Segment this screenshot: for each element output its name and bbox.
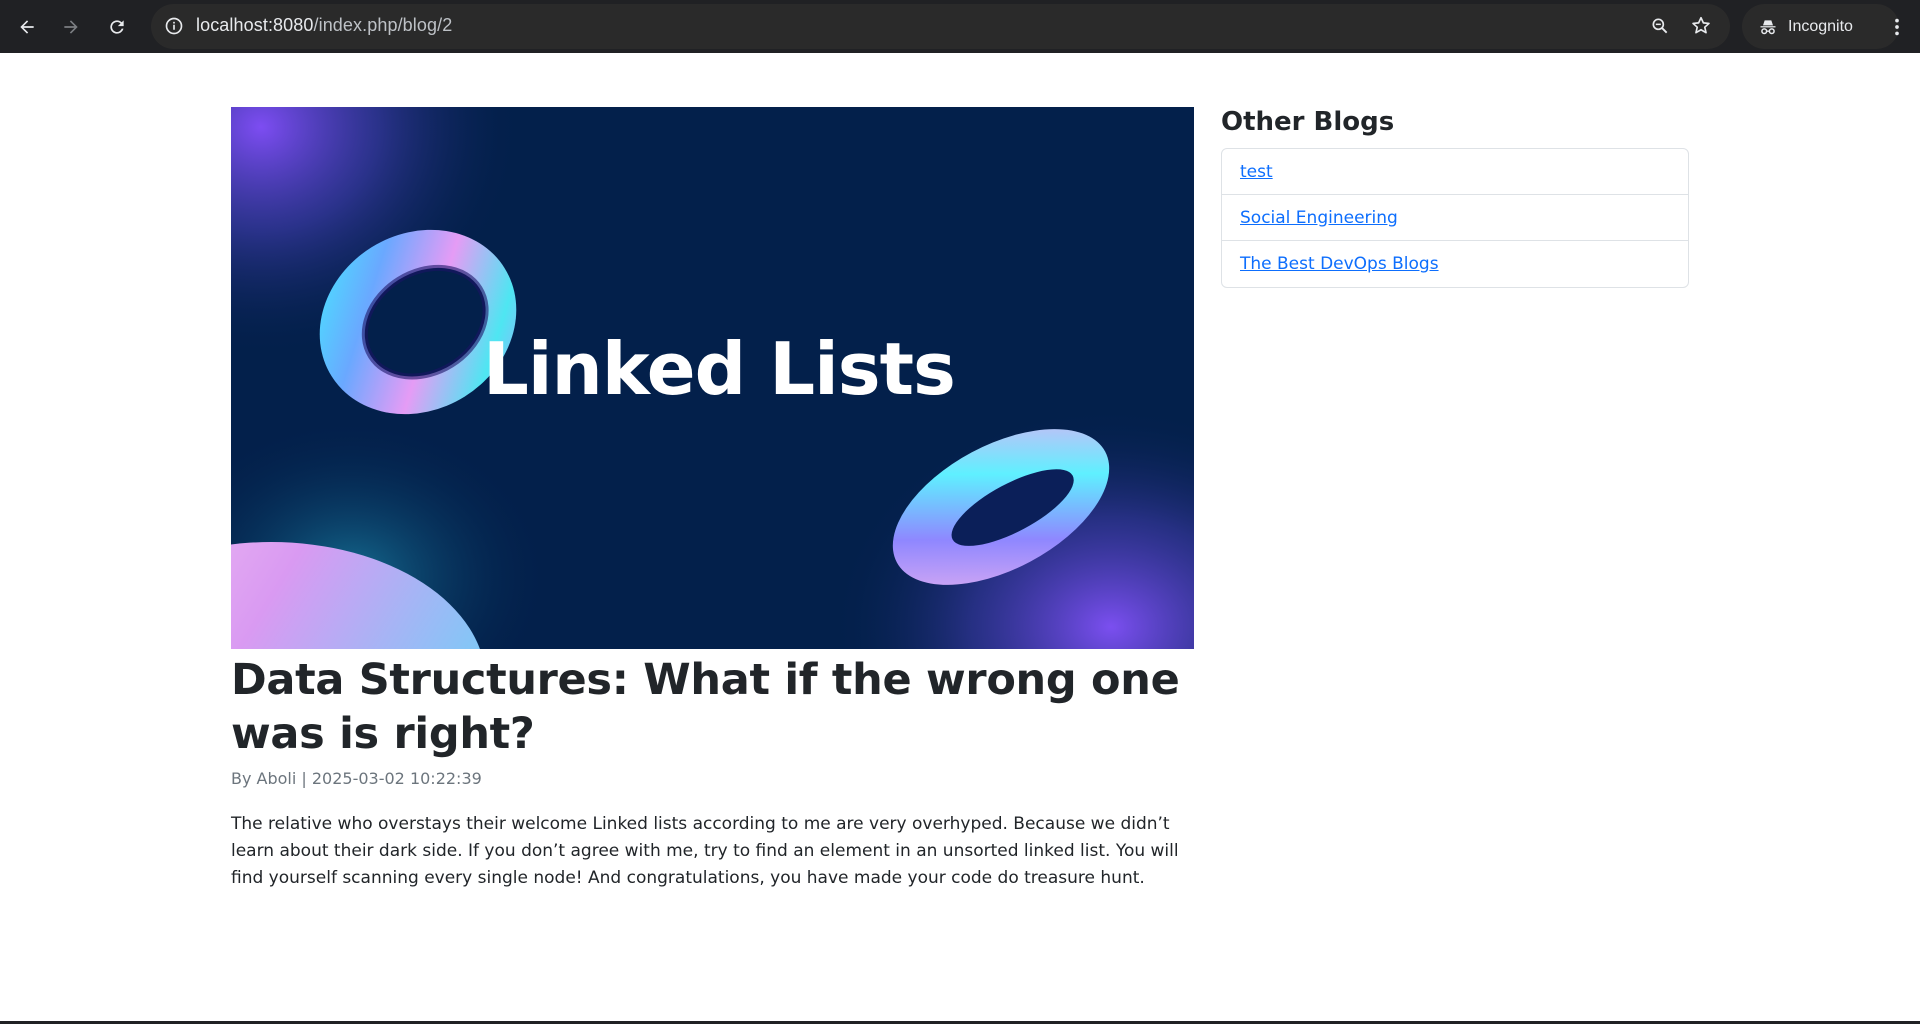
other-blogs-list: test Social Engineering The Best DevOps …: [1221, 148, 1689, 288]
more-menu-icon: [1895, 18, 1899, 36]
blog-link-test[interactable]: test: [1240, 162, 1273, 182]
forward-arrow-icon: [64, 20, 78, 34]
list-item: The Best DevOps Blogs: [1222, 241, 1688, 287]
bookmark-star-icon[interactable]: [1689, 14, 1713, 38]
list-item: Social Engineering: [1222, 195, 1688, 241]
zoom-icon[interactable]: [1648, 14, 1672, 38]
site-info-icon[interactable]: [162, 14, 186, 38]
page-content: Linked Lists Data Structures: What if th…: [0, 53, 1920, 1021]
browser-toolbar: localhost:8080/index.php/blog/2 Incognit…: [0, 0, 1920, 53]
more-menu-button[interactable]: [1882, 8, 1912, 46]
blog-link-social-engineering[interactable]: Social Engineering: [1240, 208, 1398, 228]
list-item: test: [1222, 149, 1688, 195]
url-path: /index.php/blog/2: [313, 15, 453, 35]
incognito-badge[interactable]: Incognito: [1742, 4, 1899, 49]
blog-link-devops[interactable]: The Best DevOps Blogs: [1240, 254, 1439, 274]
incognito-label: Incognito: [1788, 17, 1853, 35]
post-title: Data Structures: What if the wrong one w…: [231, 655, 1180, 759]
address-bar[interactable]: localhost:8080/index.php/blog/2: [151, 4, 1730, 49]
reload-icon: [110, 20, 124, 34]
hero-text: Linked Lists: [483, 327, 956, 411]
back-arrow-icon: [20, 20, 34, 34]
back-button[interactable]: [8, 8, 46, 46]
post-meta: By Aboli | 2025-03-02 10:22:39: [231, 769, 482, 788]
url-host: localhost:8080: [196, 15, 314, 35]
post-body: The relative who overstays their welcome…: [231, 814, 1179, 888]
sidebar-title: Other Blogs: [1221, 107, 1395, 137]
reload-button[interactable]: [98, 8, 136, 46]
incognito-icon: [1760, 19, 1776, 34]
post-hero-image: Linked Lists: [231, 107, 1194, 649]
forward-button[interactable]: [52, 8, 90, 46]
url-text: localhost:8080/index.php/blog/2: [196, 15, 452, 36]
